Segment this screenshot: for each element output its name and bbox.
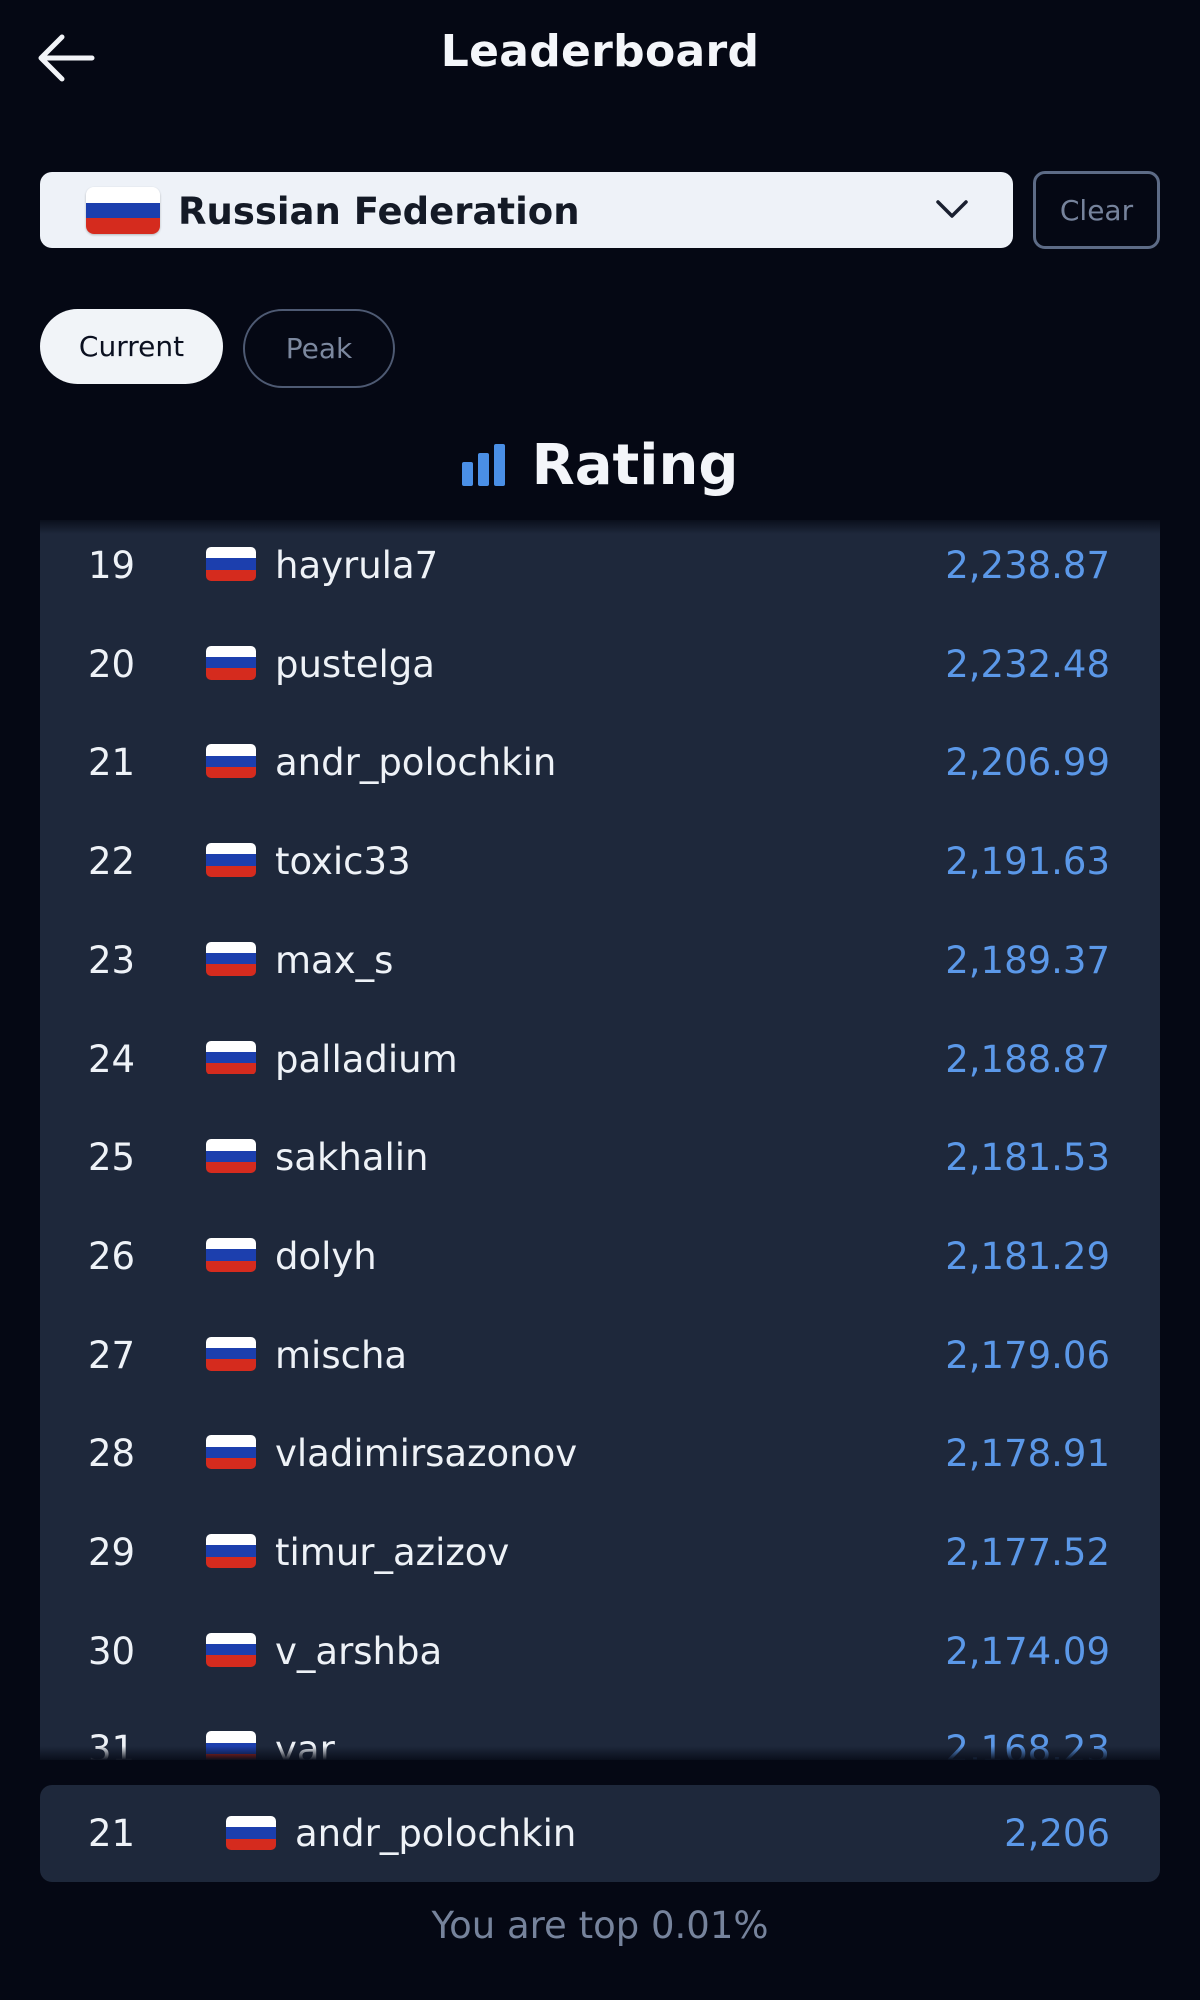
- leaderboard-row[interactable]: 20 pustelga 2,232.48: [40, 615, 1160, 713]
- current-user-score: 2,206: [1004, 1812, 1110, 1855]
- current-user-rank: 21: [88, 1812, 136, 1855]
- russia-flag-icon: [206, 645, 256, 680]
- row-score: 2,174.09: [945, 1629, 1110, 1673]
- bar-chart-icon: [461, 444, 505, 486]
- page-title: Leaderboard: [440, 26, 760, 77]
- row-score: 2,188.87: [945, 1037, 1110, 1081]
- current-user-row[interactable]: 21 andr_polochkin 2,206: [40, 1785, 1160, 1882]
- section-title: Rating: [531, 432, 739, 498]
- row-rank: 24: [88, 1037, 136, 1081]
- row-username: andr_polochkin: [275, 741, 557, 785]
- row-username: yar: [275, 1728, 335, 1760]
- row-rank: 21: [88, 741, 136, 785]
- row-score: 2,189.37: [945, 938, 1110, 982]
- row-rank: 27: [88, 1333, 136, 1377]
- country-select[interactable]: Russian Federation: [40, 172, 1013, 248]
- leaderboard-row[interactable]: 21 andr_polochkin 2,206.99: [40, 713, 1160, 811]
- row-score: 2,168.23: [945, 1728, 1110, 1760]
- row-username: dolyh: [275, 1234, 377, 1278]
- row-username: vladimirsazonov: [275, 1432, 578, 1476]
- row-rank: 28: [88, 1432, 136, 1476]
- row-rank: 20: [88, 642, 136, 686]
- header: Leaderboard: [0, 0, 1200, 118]
- chevron-down-icon: [936, 200, 968, 218]
- current-user-name: andr_polochkin: [295, 1812, 577, 1855]
- leaderboard-row[interactable]: 19 hayrula7 2,238.87: [40, 520, 1160, 614]
- row-score: 2,178.91: [945, 1432, 1110, 1476]
- leaderboard-row[interactable]: 30 v_arshba 2,174.09: [40, 1602, 1160, 1700]
- row-score: 2,177.52: [945, 1531, 1110, 1574]
- row-score: 2,206.99: [945, 741, 1110, 785]
- row-score: 2,232.48: [945, 642, 1110, 686]
- russia-flag-icon: [206, 1435, 256, 1470]
- russia-flag-icon: [226, 1816, 276, 1850]
- row-username: hayrula7: [275, 544, 439, 587]
- row-username: sakhalin: [275, 1136, 429, 1180]
- russia-flag-icon: [206, 1632, 256, 1667]
- russia-flag-icon: [206, 1534, 256, 1568]
- leaderboard-row[interactable]: 31 yar 2,168.23: [40, 1700, 1160, 1760]
- russia-flag-icon: [206, 1040, 256, 1075]
- row-username: max_s: [275, 938, 394, 982]
- toggle-current[interactable]: Current: [40, 309, 223, 384]
- russia-flag-icon: [206, 941, 256, 976]
- russia-flag-icon: [206, 843, 256, 878]
- row-username: toxic33: [275, 840, 411, 884]
- row-username: v_arshba: [275, 1629, 443, 1673]
- toggle-peak[interactable]: Peak: [243, 309, 395, 388]
- row-username: timur_azizov: [275, 1531, 510, 1574]
- row-rank: 25: [88, 1136, 136, 1180]
- row-score: 2,181.29: [945, 1234, 1110, 1278]
- clear-button[interactable]: Clear: [1033, 171, 1160, 249]
- row-rank: 22: [88, 840, 136, 884]
- top-percent-text: You are top 0.01%: [431, 1904, 769, 1947]
- russia-flag-icon: [206, 1139, 256, 1174]
- row-rank: 23: [88, 938, 136, 982]
- row-rank: 30: [88, 1629, 136, 1673]
- row-rank: 19: [88, 544, 136, 587]
- row-rank: 31: [88, 1728, 136, 1760]
- leaderboard-list[interactable]: 19 hayrula7 2,238.87 20 pustelga 2,232.48 21 an…: [40, 520, 1160, 1760]
- russia-flag-icon: [206, 1731, 256, 1760]
- row-username: mischa: [275, 1333, 408, 1377]
- leaderboard-row[interactable]: 24 palladium 2,188.87: [40, 1010, 1160, 1108]
- section-heading: Rating: [0, 430, 1200, 500]
- leaderboard-row[interactable]: 22 toxic33 2,191.63: [40, 812, 1160, 910]
- row-username: pustelga: [275, 642, 435, 686]
- leaderboard-row[interactable]: 27 mischa 2,179.06: [40, 1306, 1160, 1404]
- row-rank: 26: [88, 1234, 136, 1278]
- row-username: palladium: [275, 1037, 458, 1081]
- leaderboard-row[interactable]: 29 timur_azizov 2,177.52: [40, 1503, 1160, 1601]
- row-score: 2,191.63: [945, 840, 1110, 884]
- russia-flag-icon: [206, 744, 256, 779]
- country-name: Russian Federation: [178, 190, 580, 233]
- leaderboard-row[interactable]: 26 dolyh 2,181.29: [40, 1207, 1160, 1305]
- row-score: 2,181.53: [945, 1136, 1110, 1180]
- leaderboard-row[interactable]: 23 max_s 2,189.37: [40, 911, 1160, 1009]
- row-score: 2,179.06: [945, 1333, 1110, 1377]
- russia-flag-icon: [206, 1336, 256, 1371]
- leaderboard-row[interactable]: 25 sakhalin 2,181.53: [40, 1108, 1160, 1206]
- russia-flag-icon: [206, 547, 256, 581]
- leaderboard-row[interactable]: 28 vladimirsazonov 2,178.91: [40, 1404, 1160, 1502]
- row-score: 2,238.87: [945, 544, 1110, 587]
- russia-flag-icon: [86, 187, 160, 234]
- russia-flag-icon: [206, 1237, 256, 1272]
- row-rank: 29: [88, 1531, 136, 1574]
